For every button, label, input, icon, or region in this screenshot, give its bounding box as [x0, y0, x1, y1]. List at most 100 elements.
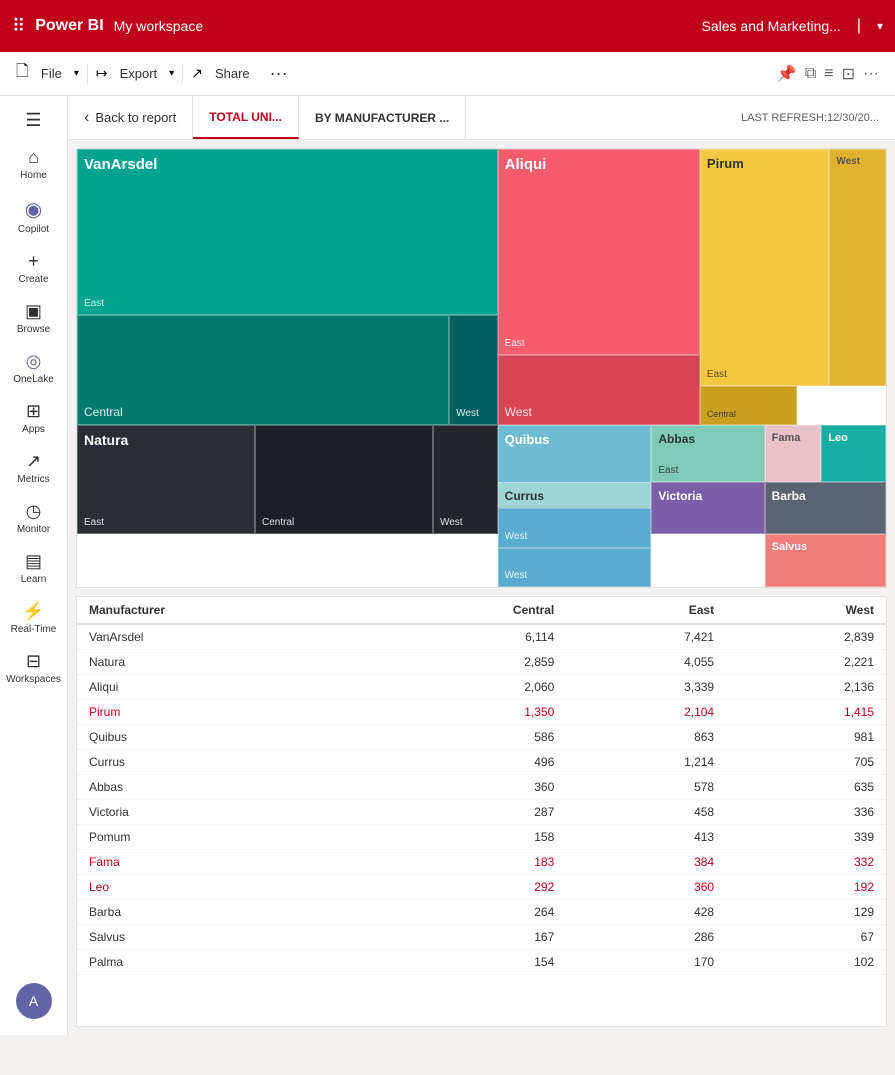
- sidebar-item-workspaces[interactable]: ⊟ Workspaces: [4, 645, 64, 691]
- table-cell-east: 384: [566, 850, 726, 875]
- sidebar-item-browse[interactable]: ▣ Browse: [4, 295, 64, 341]
- treemap-cell-abbas[interactable]: AbbasEast: [651, 425, 764, 482]
- table-row[interactable]: Quibus586863981: [77, 725, 886, 750]
- table-cell-central: 6,114: [373, 624, 566, 650]
- treemap-cell-central[interactable]: Central: [77, 315, 449, 425]
- sidebar-item-onelake[interactable]: ◎ OneLake: [4, 345, 64, 391]
- sidebar-label-browse: Browse: [17, 324, 50, 335]
- treemap-cell-west[interactable]: West: [829, 149, 886, 386]
- table-cell-west: 336: [726, 800, 886, 825]
- copilot-icon: ◉: [25, 197, 42, 222]
- table-cell-central: 360: [373, 775, 566, 800]
- treemap-cell-leo[interactable]: Leo: [821, 425, 886, 482]
- table-row[interactable]: Fama183384332: [77, 850, 886, 875]
- table-cell-name: Abbas: [77, 775, 373, 800]
- treemap-cell-sub[interactable]: West: [498, 508, 652, 547]
- table-cell-name: Natura: [77, 650, 373, 675]
- table-cell-central: 287: [373, 800, 566, 825]
- table-row[interactable]: Currus4961,214705: [77, 750, 886, 775]
- share-icon: ↗: [191, 65, 203, 82]
- table-cell-name: Salvus: [77, 925, 373, 950]
- table-row[interactable]: Pirum1,3502,1041,415: [77, 700, 886, 725]
- treemap-cell-sub[interactable]: West: [498, 548, 652, 587]
- table-row[interactable]: Natura2,8594,0552,221: [77, 650, 886, 675]
- sidebar-item-create[interactable]: + Create: [4, 245, 64, 291]
- export-button[interactable]: Export: [112, 62, 166, 85]
- more-button[interactable]: ···: [262, 59, 296, 88]
- col-manufacturer: Manufacturer: [77, 597, 373, 624]
- table-row[interactable]: Barba264428129: [77, 900, 886, 925]
- export-icon: ↦: [96, 65, 108, 82]
- sidebar-item-copilot[interactable]: ◉ Copilot: [4, 191, 64, 241]
- tab-total-units[interactable]: TOTAL UNI...: [193, 96, 299, 139]
- sidebar-item-metrics[interactable]: ↗ Metrics: [4, 445, 64, 491]
- treemap-cell-salvus[interactable]: Salvus: [765, 534, 886, 587]
- sidebar-item-monitor[interactable]: ◷ Monitor: [4, 495, 64, 541]
- sidebar-item-realtime[interactable]: ⚡ Real-Time: [4, 595, 64, 641]
- table-row[interactable]: Aliqui2,0603,3392,136: [77, 675, 886, 700]
- table-cell-east: 360: [566, 875, 726, 900]
- table-cell-name: Palma: [77, 950, 373, 975]
- user-avatar[interactable]: A: [16, 983, 52, 1019]
- table-cell-west: 102: [726, 950, 886, 975]
- treemap-cell-sub[interactable]: West: [433, 425, 498, 535]
- sidebar-item-home[interactable]: ⌂ Home: [4, 141, 64, 187]
- sidebar-label-copilot: Copilot: [18, 224, 49, 235]
- sidebar-item-menu[interactable]: ☰: [4, 104, 64, 137]
- sidebar-item-learn[interactable]: ▤ Learn: [4, 545, 64, 591]
- workspaces-icon: ⊟: [26, 651, 41, 672]
- col-east-label: East: [689, 603, 714, 617]
- table-cell-west: 67: [726, 925, 886, 950]
- table-cell-central: 183: [373, 850, 566, 875]
- treemap-cell-natura[interactable]: NaturaEast: [77, 425, 255, 535]
- tab-total-units-label: TOTAL UNI...: [209, 110, 282, 124]
- treemap-cell-central[interactable]: Central: [700, 386, 797, 425]
- back-to-report-button[interactable]: ‹ Back to report: [68, 96, 193, 139]
- table-row[interactable]: Salvus16728667: [77, 925, 886, 950]
- table-cell-west: 635: [726, 775, 886, 800]
- table-row[interactable]: Abbas360578635: [77, 775, 886, 800]
- sidebar-label-home: Home: [20, 170, 47, 181]
- table-cell-name: Victoria: [77, 800, 373, 825]
- sidebar-label-onelake: OneLake: [13, 374, 54, 385]
- main-area: ☰ ⌂ Home ◉ Copilot + Create ▣ Browse ◎ O…: [0, 96, 895, 1035]
- treemap-cell-west[interactable]: West: [449, 315, 498, 425]
- file-button[interactable]: File: [33, 62, 70, 85]
- table-row[interactable]: Pomum158413339: [77, 825, 886, 850]
- table-cell-name: Pirum: [77, 700, 373, 725]
- treemap-cell-sub[interactable]: Central: [255, 425, 433, 535]
- table-row[interactable]: Victoria287458336: [77, 800, 886, 825]
- treemap-cell-victoria[interactable]: Victoria: [651, 482, 764, 535]
- table-cell-central: 292: [373, 875, 566, 900]
- data-table: Manufacturer Central East West: [76, 596, 887, 1027]
- treemap-cell-barba[interactable]: Barba: [765, 482, 886, 535]
- grid-icon[interactable]: ⠿: [12, 16, 25, 37]
- tabs-bar: ‹ Back to report TOTAL UNI... BY MANUFAC…: [68, 96, 895, 140]
- toolbar-separator-2: [182, 64, 183, 84]
- table-cell-east: 4,055: [566, 650, 726, 675]
- options-icon: ···: [863, 65, 879, 83]
- table-cell-east: 7,421: [566, 624, 726, 650]
- treemap-chart[interactable]: VanArsdel East Central West Aliqui East …: [76, 148, 887, 588]
- tab-by-manufacturer[interactable]: BY MANUFACTURER ...: [299, 96, 466, 139]
- table-cell-east: 863: [566, 725, 726, 750]
- treemap-cells: VanArsdelEastAliquiEastPirumEastWestCent…: [77, 149, 886, 587]
- table-row[interactable]: Leo292360192: [77, 875, 886, 900]
- sidebar-label-realtime: Real-Time: [11, 624, 57, 635]
- treemap-cell-vanarsdel[interactable]: VanArsdelEast: [77, 149, 498, 315]
- title-chevron-icon[interactable]: ▾: [877, 19, 883, 33]
- table-cell-east: 3,339: [566, 675, 726, 700]
- treemap-cell-west[interactable]: West: [498, 355, 700, 425]
- treemap-cell-fama[interactable]: Fama: [765, 425, 822, 482]
- treemap-cell-aliqui[interactable]: AliquiEast: [498, 149, 700, 355]
- sidebar-item-apps[interactable]: ⊞ Apps: [4, 395, 64, 441]
- workspace-label[interactable]: My workspace: [114, 18, 203, 34]
- create-icon: +: [28, 251, 39, 272]
- table-row[interactable]: VanArsdel6,1147,4212,839: [77, 624, 886, 650]
- col-west: West: [726, 597, 886, 624]
- share-button[interactable]: Share: [207, 62, 258, 85]
- table-row[interactable]: Palma154170102: [77, 950, 886, 975]
- table-cell-east: 413: [566, 825, 726, 850]
- treemap-cell-pirum[interactable]: PirumEast: [700, 149, 829, 386]
- table-cell-central: 2,060: [373, 675, 566, 700]
